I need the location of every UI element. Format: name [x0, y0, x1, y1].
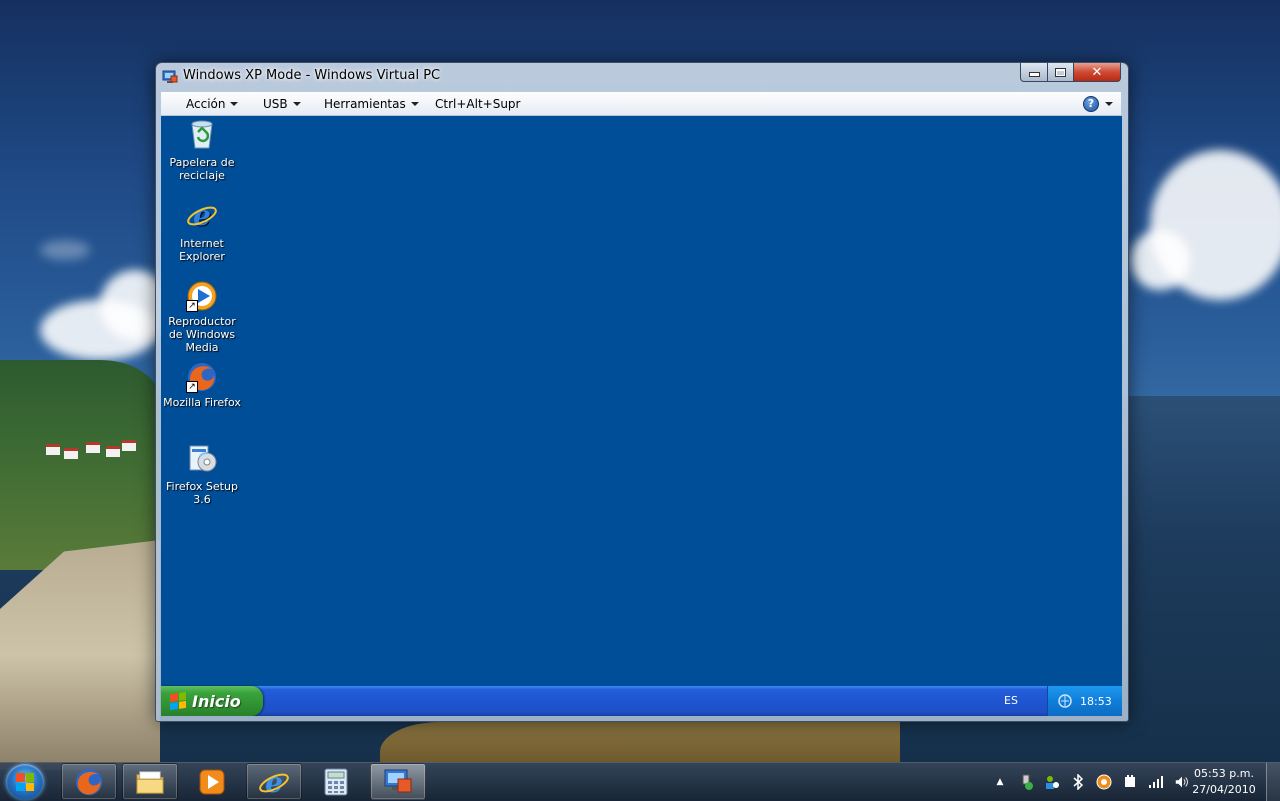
taskbar-media-player[interactable]: [184, 763, 240, 800]
explorer-folder-icon: [136, 770, 164, 794]
desktop-icon-firefox[interactable]: ↗ Mozilla Firefox: [161, 361, 244, 409]
desktop-icon-internet-explorer[interactable]: e Internet Explorer: [161, 199, 244, 263]
media-player-icon: [199, 769, 225, 794]
taskbar-explorer[interactable]: [122, 763, 178, 800]
maximize-icon: [1055, 67, 1066, 77]
wallpaper-houses: [46, 440, 142, 462]
xp-start-button[interactable]: Inicio: [161, 686, 263, 716]
windows-flag-icon: [16, 773, 34, 791]
xp-system-tray: 18:53: [1047, 686, 1122, 716]
shortcut-arrow-icon: ↗: [186, 300, 198, 312]
close-button[interactable]: ✕: [1073, 63, 1121, 82]
desktop-icon-label: Firefox Setup 3.6: [166, 480, 238, 506]
start-orb[interactable]: [6, 764, 44, 800]
internet-explorer-icon: e: [259, 766, 289, 798]
recycle-bin-icon: [191, 120, 213, 149]
vm-menubar: Acción USB Herramientas Ctrl+Alt+Supr ?: [161, 92, 1121, 116]
desktop-icon-windows-media-player[interactable]: ↗ Reproductor de Windows Media: [161, 280, 244, 354]
shortcut-arrow-icon: ↗: [186, 381, 198, 393]
menu-label: Herramientas: [324, 97, 406, 111]
bluetooth-icon[interactable]: [1070, 774, 1086, 790]
maximize-button[interactable]: [1047, 63, 1074, 82]
calculator-icon: [324, 768, 348, 795]
clock-time: 05:53 p.m.: [1194, 767, 1254, 780]
minimize-button[interactable]: [1020, 63, 1048, 82]
taskbar-clock[interactable]: 05:53 p.m. 27/04/2010: [1188, 766, 1260, 798]
menu-label: Acción: [186, 97, 226, 111]
firefox-icon: ↗: [186, 361, 218, 393]
clock-date: 27/04/2010: [1192, 783, 1256, 796]
taskbar-virtual-pc[interactable]: [370, 763, 426, 800]
wallpaper-cloud: [40, 240, 90, 260]
setup-installer-icon: [189, 445, 217, 472]
desktop-icon-label: Papelera de reciclaje: [169, 156, 235, 182]
desktop-icon-label: Mozilla Firefox: [163, 396, 241, 409]
antivirus-icon[interactable]: [1096, 774, 1112, 790]
network-tray-icon[interactable]: [1057, 693, 1073, 709]
desktop-icon-firefox-setup[interactable]: Firefox Setup 3.6: [161, 442, 244, 506]
wifi-signal-icon[interactable]: [1148, 774, 1164, 790]
menu-accion[interactable]: Acción: [186, 97, 239, 111]
show-hidden-icons-button[interactable]: ▲: [992, 774, 1008, 790]
safely-remove-hardware-icon[interactable]: [1018, 774, 1034, 790]
wallpaper-cloud: [1130, 230, 1190, 290]
menu-herramientas[interactable]: Herramientas: [324, 97, 419, 111]
menu-label: USB: [263, 97, 288, 111]
virtual-pc-icon: [384, 769, 412, 792]
chevron-down-icon: [230, 102, 239, 106]
firefox-icon: [75, 768, 103, 795]
show-desktop-button[interactable]: [1266, 763, 1280, 801]
windows-flag-icon: [170, 691, 186, 711]
language-indicator[interactable]: ES: [1004, 694, 1018, 707]
svg-text:e: e: [193, 199, 211, 231]
internet-explorer-icon: e: [187, 199, 217, 232]
xp-clock[interactable]: 18:53: [1080, 695, 1112, 708]
close-icon: ✕: [1091, 64, 1103, 80]
wallpaper-shore: [380, 722, 900, 762]
help-icon: ?: [1083, 96, 1099, 112]
menu-usb[interactable]: USB: [263, 97, 301, 111]
notification-area: ▲: [992, 763, 1190, 801]
window-titlebar[interactable]: Windows XP Mode - Windows Virtual PC ✕: [156, 63, 1128, 91]
desktop-icon-recycle-bin[interactable]: Papelera de reciclaje: [161, 118, 244, 182]
wallpaper-hill: [0, 360, 160, 570]
xp-start-label: Inicio: [192, 691, 241, 711]
svg-text:e: e: [265, 766, 283, 798]
host-taskbar: e ▲ 05:53 p.m. 27/04/2010: [0, 762, 1280, 801]
taskbar-firefox[interactable]: [61, 763, 117, 800]
xp-guest-desktop[interactable]: Papelera de reciclaje e Internet Explore…: [161, 116, 1122, 716]
desktop-icon-label: Internet Explorer: [179, 237, 225, 263]
chevron-down-icon: [292, 102, 301, 106]
menu-ctrl-alt-del[interactable]: Ctrl+Alt+Supr: [435, 97, 520, 111]
virtual-pc-app-icon[interactable]: [162, 69, 178, 85]
user-accounts-icon[interactable]: [1044, 774, 1060, 790]
chevron-down-icon: [1105, 102, 1113, 106]
taskbar-internet-explorer[interactable]: e: [246, 763, 302, 800]
xp-taskbar: Inicio ES 18:53: [161, 686, 1122, 716]
help-button[interactable]: ?: [1083, 96, 1113, 112]
taskbar-calculator[interactable]: [308, 763, 364, 800]
desktop-icon-label: Reproductor de Windows Media: [168, 315, 236, 354]
power-icon[interactable]: [1122, 774, 1138, 790]
chevron-down-icon: [410, 102, 419, 106]
windows-media-player-icon: ↗: [186, 280, 218, 312]
window-title: Windows XP Mode - Windows Virtual PC: [183, 68, 441, 83]
menu-label: Ctrl+Alt+Supr: [435, 97, 521, 111]
virtual-pc-window[interactable]: Windows XP Mode - Windows Virtual PC ✕ A…: [155, 62, 1129, 722]
minimize-icon: [1028, 72, 1040, 77]
